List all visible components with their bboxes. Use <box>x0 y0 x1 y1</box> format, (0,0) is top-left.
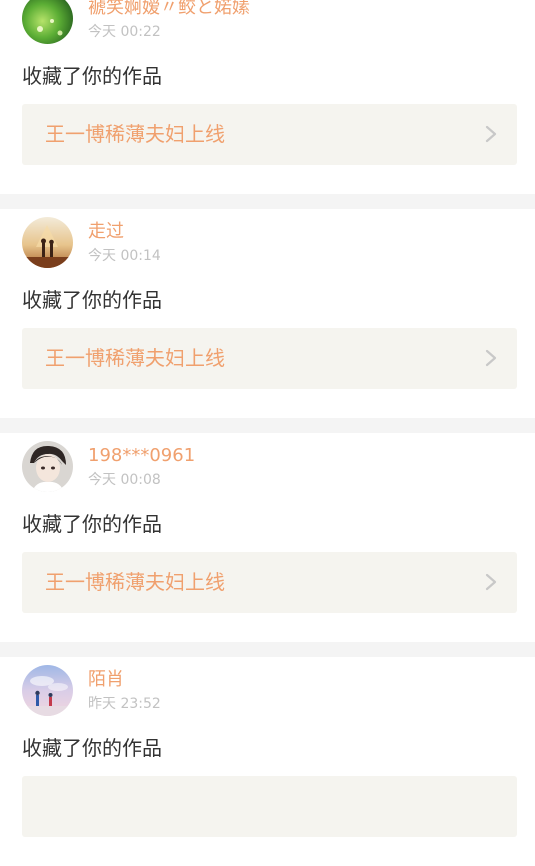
notification-card: 陌肖 昨天 23:52 收藏了你的作品 <box>0 657 535 866</box>
chevron-right-icon <box>485 125 497 143</box>
action-text: 收藏了你的作品 <box>22 288 162 312</box>
avatar-sky-couple-icon[interactable] <box>22 665 73 716</box>
username[interactable]: 走过 <box>88 221 124 243</box>
action-text: 收藏了你的作品 <box>22 512 162 536</box>
card-separator <box>0 194 535 209</box>
notification-card: 198***0961 今天 00:08 收藏了你的作品 王一博稀薄夫妇上线 <box>0 433 535 642</box>
notification-card: 褫笑婀嫒〃鲛と婼嫊 今天 00:22 收藏了你的作品 王一博稀薄夫妇上线 <box>0 0 535 194</box>
avatar-green-nature-icon[interactable] <box>22 0 73 44</box>
notification-feed: 褫笑婀嫒〃鲛と婼嫊 今天 00:22 收藏了你的作品 王一博稀薄夫妇上线 走过 … <box>0 0 535 866</box>
avatar-anime-boy-icon[interactable] <box>22 441 73 492</box>
work-link-card[interactable]: 王一博稀薄夫妇上线 <box>22 552 517 613</box>
notification-card: 走过 今天 00:14 收藏了你的作品 王一博稀薄夫妇上线 <box>0 209 535 418</box>
username[interactable]: 198***0961 <box>88 445 195 467</box>
card-separator <box>0 642 535 657</box>
work-link-card[interactable]: 王一博稀薄夫妇上线 <box>22 104 517 165</box>
work-title: 王一博稀薄夫妇上线 <box>45 570 225 594</box>
timestamp: 今天 00:22 <box>88 24 161 40</box>
chevron-right-icon <box>485 349 497 367</box>
work-link-card[interactable] <box>22 776 517 837</box>
timestamp: 昨天 23:52 <box>88 696 161 712</box>
timestamp: 今天 00:08 <box>88 472 161 488</box>
username[interactable]: 陌肖 <box>88 669 124 691</box>
action-text: 收藏了你的作品 <box>22 64 162 88</box>
username[interactable]: 褫笑婀嫒〃鲛と婼嫊 <box>88 0 250 19</box>
chevron-right-icon <box>485 573 497 591</box>
work-title: 王一博稀薄夫妇上线 <box>45 122 225 146</box>
work-link-card[interactable]: 王一博稀薄夫妇上线 <box>22 328 517 389</box>
card-separator <box>0 418 535 433</box>
avatar-couple-sunset-icon[interactable] <box>22 217 73 268</box>
timestamp: 今天 00:14 <box>88 248 161 264</box>
action-text: 收藏了你的作品 <box>22 736 162 760</box>
work-title: 王一博稀薄夫妇上线 <box>45 346 225 370</box>
